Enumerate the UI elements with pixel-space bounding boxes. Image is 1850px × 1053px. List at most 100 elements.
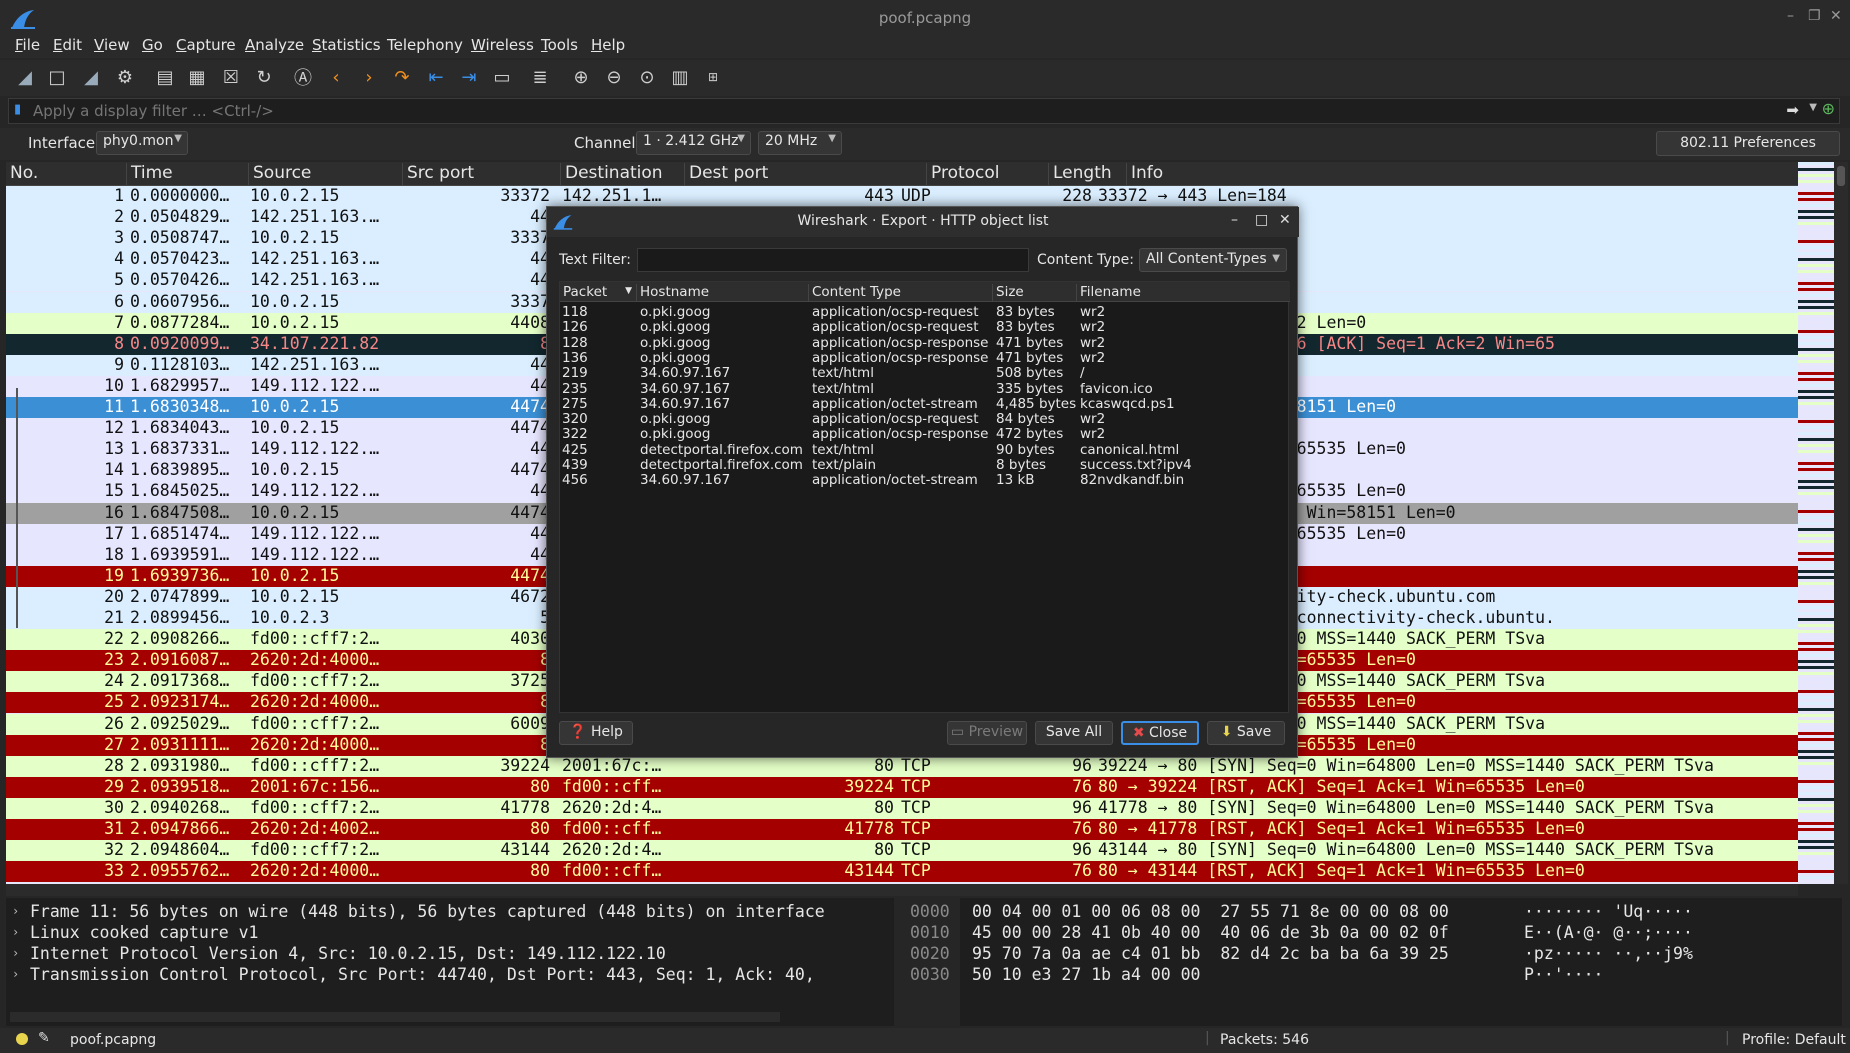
close-button[interactable]: ✖ Close [1121, 721, 1199, 745]
packet-row[interactable]: 33 2.0955762… 2620:2d:4000… 80 fd00::cff… 431… [6, 861, 1798, 883]
menu-wireless[interactable]: Wireless [471, 36, 534, 54]
minimize-icon[interactable]: – [1787, 8, 1794, 24]
start-capture-icon[interactable]: ◢ [12, 64, 38, 90]
status-profile[interactable]: Profile: Default [1742, 1032, 1846, 1048]
menu-statistics[interactable]: Statistics [312, 36, 381, 54]
find-packet-icon[interactable]: Ⓐ [290, 64, 316, 90]
object-cell-packet: 136 [562, 349, 588, 366]
filter-dropdown-icon[interactable]: ▼ [1809, 102, 1817, 113]
stop-capture-icon[interactable]: □ [44, 64, 70, 90]
col-src-port[interactable]: Src port [402, 163, 560, 185]
menu-edit[interactable]: Edit [53, 36, 82, 54]
save-file-icon[interactable]: ▦ [184, 64, 210, 90]
col-size[interactable]: Size [992, 284, 1076, 301]
packet-cell-sport: 3725 [510, 671, 550, 691]
open-file-icon[interactable]: ▤ [152, 64, 178, 90]
col-info[interactable]: Info [1126, 163, 1798, 185]
col-length[interactable]: Length [1048, 163, 1126, 185]
object-row[interactable]: 456 34.60.97.167 application/octet-stream 1… [560, 472, 1290, 490]
colorize-icon[interactable]: ≣ [527, 64, 553, 90]
bytes-hex[interactable]: 45 00 00 28 41 0b 40 00 40 06 de 3b 0a 0… [972, 923, 1449, 944]
go-to-packet-icon[interactable]: ↷ [389, 64, 415, 90]
packet-row[interactable]: 32 2.0948604… fd00::cff7:2… 43144 2620:2d:4…… [6, 840, 1798, 862]
col-source[interactable]: Source [248, 163, 402, 185]
reload-file-icon[interactable]: ↻ [251, 64, 277, 90]
channel-select[interactable]: 1 · 2.412 GHz ▼ [636, 131, 751, 155]
packet-cell-no: 19 [104, 565, 124, 585]
packet-row[interactable]: 29 2.0939518… 2001:67c:156… 80 fd00::cff… 392… [6, 776, 1798, 798]
packet-cell-sport: 8 [400, 735, 550, 754]
interface-select[interactable]: phy0.mon ▼ [96, 131, 188, 155]
bytes-ascii[interactable]: P··'···· [1524, 965, 1603, 986]
col-time[interactable]: Time [126, 163, 248, 185]
packet-list-hscroll[interactable] [6, 884, 1798, 896]
menu-go[interactable]: Go [142, 36, 163, 54]
display-filter-input[interactable] [31, 99, 1531, 123]
dialog-close-icon[interactable]: ✕ [1279, 212, 1291, 228]
expert-info-icon[interactable] [16, 1033, 28, 1045]
close-window-icon[interactable]: ✕ [1830, 8, 1842, 24]
zoom-in-icon[interactable]: ⊕ [568, 64, 594, 90]
col-hostname[interactable]: Hostname [636, 284, 808, 301]
save-button[interactable]: ⬇ Save [1207, 721, 1285, 745]
bytes-hex[interactable]: 00 04 00 01 00 06 08 00 27 55 71 8e 00 0… [972, 902, 1449, 923]
col-filename[interactable]: Filename [1076, 284, 1290, 301]
packet-row[interactable]: 30 2.0940268… fd00::cff7:2… 41778 2620:2d:4…… [6, 797, 1798, 819]
resize-columns-icon[interactable]: ▥ [667, 64, 693, 90]
first-packet-icon[interactable]: ⇤ [423, 64, 449, 90]
last-packet-icon[interactable]: ⇥ [456, 64, 482, 90]
expand-subtrees-icon[interactable]: ⊞ [700, 64, 726, 90]
menu-view[interactable]: View [94, 36, 130, 54]
menu-analyze[interactable]: Analyze [245, 36, 304, 54]
dialog-minimize-icon[interactable]: – [1231, 212, 1238, 228]
object-cell-host: 34.60.97.167 [640, 380, 731, 397]
dialog-maximize-icon[interactable]: □ [1255, 212, 1268, 228]
add-filter-icon[interactable]: ⊕ [1822, 99, 1835, 118]
channel-width-select[interactable]: 20 MHz ▼ [758, 131, 842, 155]
packet-cell-src: 10.0.2.15 [250, 397, 340, 416]
maximize-icon[interactable]: ❐ [1808, 8, 1821, 24]
bookmark-icon[interactable]: ▮ [14, 102, 21, 117]
col-dest-port[interactable]: Dest port [684, 163, 926, 185]
packet-cell-len: 76 [1072, 861, 1092, 881]
autoscroll-icon[interactable]: ▭ [489, 64, 515, 90]
help-button[interactable]: ❓ Help [559, 721, 633, 745]
bytes-ascii[interactable]: ·pz····· ··,··j9% [1524, 944, 1693, 965]
close-file-icon[interactable]: ☒ [218, 64, 244, 90]
packet-row[interactable]: 1 0.0000000… 10.0.2.15 33372 142.251.1… 443 UD… [6, 186, 1798, 207]
content-type-select[interactable]: All Content-Types ▼ [1139, 248, 1287, 272]
restart-capture-icon[interactable]: ◢ [78, 64, 104, 90]
menu-tools[interactable]: Tools [541, 36, 578, 54]
col-destination[interactable]: Destination [560, 163, 684, 185]
menu-help[interactable]: Help [591, 36, 625, 54]
col-packet[interactable]: Packet ▼ [560, 284, 636, 301]
save-all-button[interactable]: Save All [1035, 721, 1113, 745]
wireless-preferences-button[interactable]: 802.11 Preferences [1656, 131, 1840, 156]
go-forward-icon[interactable]: › [356, 64, 382, 90]
details-hscroll[interactable] [10, 1012, 780, 1022]
packet-row[interactable]: 31 2.0947866… 2620:2d:4002… 80 fd00::cff… 417… [6, 819, 1798, 840]
normal-size-icon[interactable]: ⊙ [634, 64, 660, 90]
col-content-type[interactable]: Content Type [808, 284, 992, 301]
zoom-out-icon[interactable]: ⊖ [601, 64, 627, 90]
go-back-icon[interactable]: ‹ [323, 64, 349, 90]
bytes-hex[interactable]: 50 10 e3 27 1b a4 00 00 [972, 965, 1200, 986]
menu-capture[interactable]: Capture [176, 36, 236, 54]
packet-row[interactable]: 28 2.0931980… fd00::cff7:2… 39224 2001:67c:…… [6, 755, 1798, 777]
apply-filter-icon[interactable]: ➡ [1786, 101, 1799, 119]
menu-file[interactable]: File [15, 36, 40, 54]
text-filter-input[interactable] [637, 248, 1029, 272]
col-no[interactable]: No. [6, 163, 126, 185]
menu-telephony[interactable]: Telephony [387, 36, 463, 54]
packet-list-vscroll[interactable] [1834, 162, 1848, 884]
capture-options-icon[interactable]: ⚙ [112, 64, 138, 90]
packet-cell-sport: 44 [530, 270, 550, 290]
bytes-hex[interactable]: 95 70 7a 0a ae c4 01 bb 82 d4 2c ba ba 6… [972, 944, 1449, 965]
bytes-ascii[interactable]: ········ 'Uq····· [1524, 902, 1693, 923]
bytes-ascii[interactable]: E··(A·@· @··;···· [1524, 923, 1693, 944]
packet-cell-time: 1.6837331… [130, 439, 230, 459]
capture-comment-icon[interactable]: ✎ [38, 1030, 50, 1046]
col-protocol[interactable]: Protocol [926, 163, 1048, 185]
packet-minimap[interactable] [1798, 162, 1834, 884]
preview-button[interactable]: ▭ Preview [947, 721, 1027, 745]
